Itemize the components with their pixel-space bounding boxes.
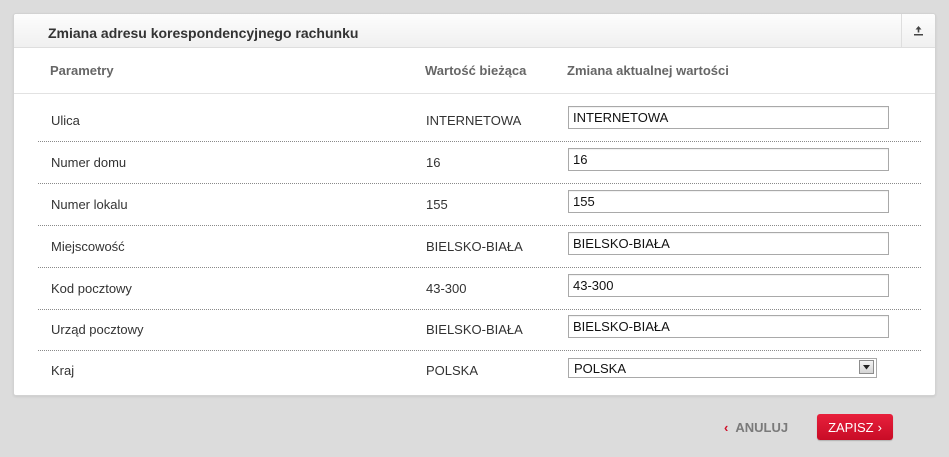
collapse-up-icon	[914, 26, 923, 36]
form-row-postal-code: Kod pocztowy 43-300	[38, 268, 921, 310]
column-header-current-value: Wartość bieżąca	[425, 63, 527, 78]
save-button-label: ZAPISZ	[828, 419, 874, 435]
cancel-button-label: ANULUJ	[735, 420, 789, 435]
post-office-input[interactable]	[568, 315, 889, 338]
row-label: Urząd pocztowy	[51, 322, 144, 337]
city-input[interactable]	[568, 232, 889, 255]
row-current-value: INTERNETOWA	[426, 113, 522, 128]
row-label: Miejscowość	[51, 239, 125, 254]
panel-header: Zmiana adresu korespondencyjnego rachunk…	[14, 14, 935, 48]
row-current-value: BIELSKO-BIAŁA	[426, 239, 523, 254]
header-divider	[14, 93, 935, 94]
form-row-apartment-number: Numer lokalu 155	[38, 184, 921, 226]
dropdown-arrow-icon[interactable]	[859, 360, 874, 374]
chevron-left-icon: ‹	[724, 420, 729, 435]
address-change-panel: Zmiana adresu korespondencyjnego rachunk…	[13, 13, 936, 396]
row-label: Kraj	[51, 363, 75, 378]
form-row-city: Miejscowość BIELSKO-BIAŁA	[38, 226, 921, 268]
row-label: Ulica	[51, 113, 80, 128]
apartment-number-input[interactable]	[568, 190, 889, 213]
row-current-value: BIELSKO-BIAŁA	[426, 322, 523, 337]
collapse-button[interactable]	[901, 14, 935, 47]
row-label: Numer domu	[51, 155, 127, 170]
column-header-new-value: Zmiana aktualnej wartości	[567, 63, 729, 78]
form-row-house-number: Numer domu 16	[38, 142, 921, 184]
cancel-button[interactable]: ‹ ANULUJ	[724, 420, 788, 435]
row-current-value: 155	[426, 197, 448, 212]
country-select[interactable]: POLSKA	[568, 358, 877, 378]
form-row-post-office: Urząd pocztowy BIELSKO-BIAŁA	[38, 309, 921, 351]
form-row-street: Ulica INTERNETOWA	[38, 100, 921, 142]
form-row-country: Kraj POLSKA POLSKA	[38, 350, 921, 391]
country-select-value: POLSKA	[574, 361, 627, 376]
row-current-value: POLSKA	[426, 363, 479, 378]
house-number-input[interactable]	[568, 148, 889, 171]
chevron-right-icon: ›	[877, 419, 882, 435]
column-header-parameters: Parametry	[50, 63, 114, 78]
row-label: Numer lokalu	[51, 197, 128, 212]
row-label: Kod pocztowy	[51, 281, 132, 296]
postal-code-input[interactable]	[568, 274, 889, 297]
row-current-value: 16	[426, 155, 441, 170]
save-button[interactable]: ZAPISZ ›	[817, 414, 893, 440]
street-input[interactable]	[568, 106, 889, 129]
row-current-value: 43-300	[426, 281, 467, 296]
panel-title: Zmiana adresu korespondencyjnego rachunk…	[48, 25, 359, 41]
